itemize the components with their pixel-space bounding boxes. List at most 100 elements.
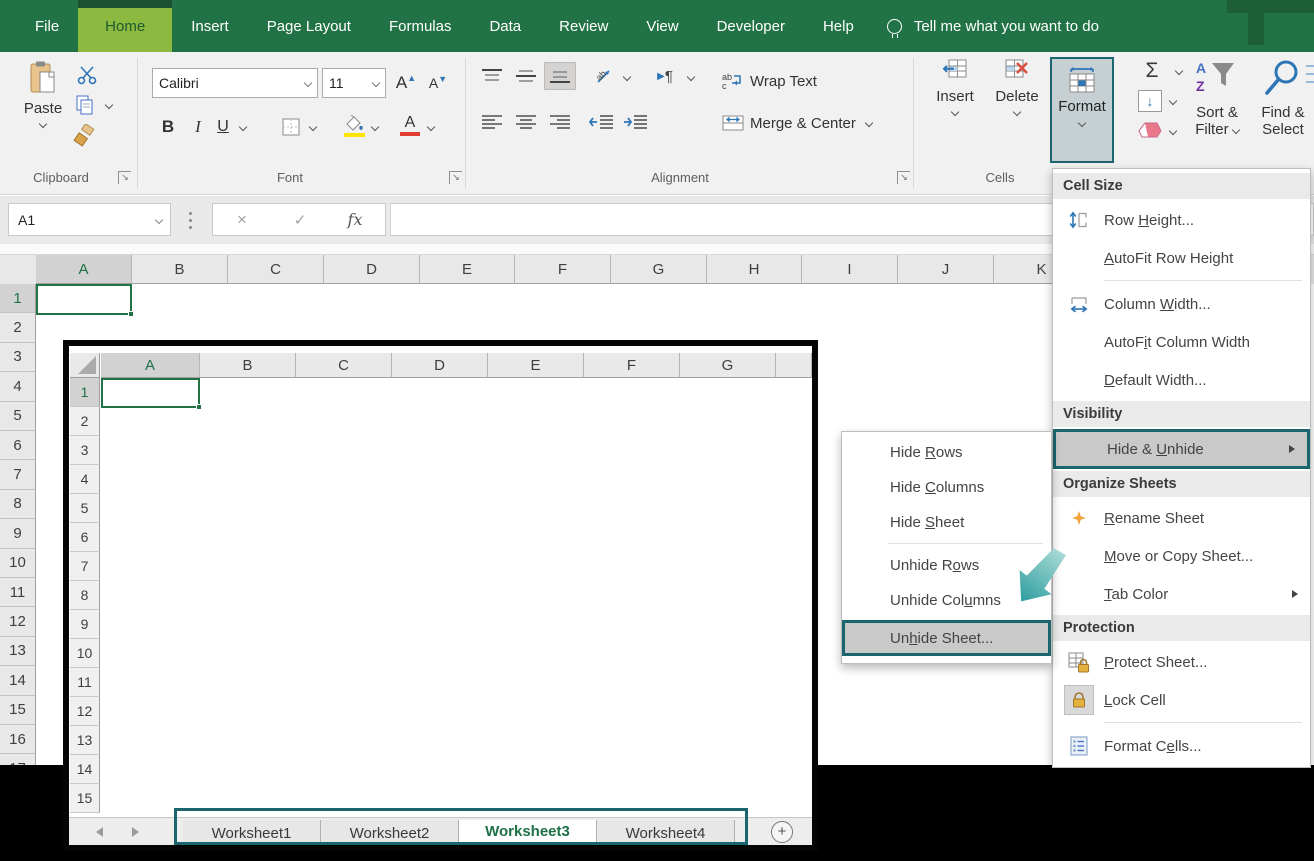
row-header-11[interactable]: 11 xyxy=(0,578,35,607)
alignment-dialog-launcher[interactable]: ↘ xyxy=(897,171,910,184)
row-header-13[interactable]: 13 xyxy=(0,637,35,666)
row-header-2[interactable]: 2 xyxy=(0,313,35,342)
menu-item-tab-color[interactable]: Tab Color xyxy=(1053,575,1310,613)
autosum-button[interactable]: Σ xyxy=(1138,58,1166,84)
find-select-button[interactable] xyxy=(1256,56,1308,102)
font-name-combobox[interactable]: Calibri xyxy=(152,68,318,98)
column-header-c[interactable]: C xyxy=(228,255,324,284)
menu-item-format-cells[interactable]: Format Cells... xyxy=(1053,727,1310,765)
row-header-3[interactable]: 3 xyxy=(0,343,35,372)
column-header-e[interactable]: E xyxy=(420,255,515,284)
paste-button[interactable]: Paste xyxy=(16,60,70,127)
cancel-icon[interactable]: × xyxy=(213,210,271,230)
column-header-h[interactable]: H xyxy=(707,255,802,284)
text-direction-button[interactable]: ▶¶ xyxy=(650,64,680,88)
decrease-font-button[interactable]: A▼ xyxy=(424,70,452,96)
fill-handle[interactable] xyxy=(128,311,134,317)
row-header-9[interactable]: 9 xyxy=(0,519,35,548)
row-header-14[interactable]: 14 xyxy=(0,666,35,695)
row-header-6[interactable]: 6 xyxy=(0,431,35,460)
clear-button[interactable] xyxy=(1134,118,1164,142)
ribbon-tab-data[interactable]: Data xyxy=(470,0,540,52)
row-header-12[interactable]: 12 xyxy=(0,607,35,636)
ribbon-tab-insert[interactable]: Insert xyxy=(172,0,248,52)
font-dialog-launcher[interactable]: ↘ xyxy=(449,171,462,184)
row-header-16[interactable]: 16 xyxy=(0,725,35,754)
fill-color-button[interactable] xyxy=(340,112,368,140)
enter-icon[interactable]: ✓ xyxy=(271,211,329,229)
borders-button[interactable] xyxy=(280,116,302,138)
clipboard-dialog-launcher[interactable]: ↘ xyxy=(118,171,131,184)
top-align-button[interactable] xyxy=(478,64,506,88)
menu-item-autofit-column-width[interactable]: AutoFit Column Width xyxy=(1053,323,1310,361)
decrease-indent-button[interactable] xyxy=(586,110,616,134)
row-header-15[interactable]: 15 xyxy=(0,696,35,725)
merge-center-button[interactable]: Merge & Center xyxy=(722,112,872,134)
align-left-button[interactable] xyxy=(478,110,506,134)
delete-cells-button[interactable]: Delete xyxy=(988,58,1046,115)
underline-button[interactable]: U xyxy=(212,114,234,140)
submenu-item-hide-columns[interactable]: Hide Columns xyxy=(842,470,1051,505)
ribbon-tab-view[interactable]: View xyxy=(627,0,697,52)
menu-item-lock-cell[interactable]: Lock Cell xyxy=(1053,681,1310,719)
submenu-item-hide-sheet[interactable]: Hide Sheet xyxy=(842,505,1051,540)
font-color-button[interactable]: A xyxy=(398,110,422,140)
menu-item-rename-sheet[interactable]: Rename Sheet xyxy=(1053,499,1310,537)
sort-filter-label[interactable]: Sort & Filter xyxy=(1184,104,1250,138)
row-header-4[interactable]: 4 xyxy=(0,372,35,401)
ribbon-tab-page-layout[interactable]: Page Layout xyxy=(248,0,370,52)
menu-item-hide-unhide[interactable]: Hide & Unhide xyxy=(1053,429,1310,469)
row-header-8[interactable]: 8 xyxy=(0,490,35,519)
formula-bar-splitter[interactable] xyxy=(189,210,192,231)
sort-filter-button[interactable]: A Z xyxy=(1188,56,1244,102)
row-header-5[interactable]: 5 xyxy=(0,402,35,431)
find-select-label[interactable]: Find & Select xyxy=(1254,104,1312,138)
cut-button[interactable] xyxy=(74,64,100,86)
format-painter-button[interactable] xyxy=(72,124,98,148)
wrap-text-button[interactable]: abc Wrap Text xyxy=(722,70,817,92)
menu-item-column-width[interactable]: Column Width... xyxy=(1053,285,1310,323)
submenu-item-hide-rows[interactable]: Hide Rows xyxy=(842,435,1051,470)
menu-item-autofit-row-height[interactable]: AutoFit Row Height xyxy=(1053,239,1310,277)
copy-button[interactable] xyxy=(72,94,98,116)
format-button[interactable]: Format xyxy=(1050,57,1114,163)
fill-button[interactable]: ↓ xyxy=(1138,90,1162,112)
align-right-button[interactable] xyxy=(546,110,574,134)
menu-item-move-or-copy-sheet[interactable]: Move or Copy Sheet... xyxy=(1053,537,1310,575)
menu-item-default-width[interactable]: Default Width... xyxy=(1053,361,1310,399)
column-header-i[interactable]: I xyxy=(802,255,898,284)
column-header-b[interactable]: B xyxy=(132,255,228,284)
tell-me-box[interactable]: Tell me what you want to do xyxy=(887,0,1099,52)
row-header-1[interactable]: 1 xyxy=(0,284,35,313)
ribbon-tab-formulas[interactable]: Formulas xyxy=(370,0,471,52)
italic-button[interactable]: I xyxy=(188,114,208,140)
column-header-j[interactable]: J xyxy=(898,255,994,284)
ribbon-tab-home[interactable]: Home xyxy=(78,0,172,52)
column-header-f[interactable]: F xyxy=(515,255,611,284)
submenu-item-unhide-sheet[interactable]: Unhide Sheet... xyxy=(842,620,1051,656)
row-header-17[interactable]: 17 xyxy=(0,754,35,765)
middle-align-button[interactable] xyxy=(512,64,540,88)
column-header-g[interactable]: G xyxy=(611,255,707,284)
ribbon-tab-review[interactable]: Review xyxy=(540,0,627,52)
name-box[interactable]: A1 xyxy=(8,203,171,236)
increase-font-button[interactable]: A▲ xyxy=(392,70,420,96)
row-header-10[interactable]: 10 xyxy=(0,549,35,578)
bottom-align-button[interactable] xyxy=(544,62,576,90)
ribbon-tab-file[interactable]: File xyxy=(16,0,78,52)
menu-item-row-height[interactable]: Row Height... xyxy=(1053,201,1310,239)
ribbon-tab-developer[interactable]: Developer xyxy=(698,0,804,52)
align-center-button[interactable] xyxy=(512,110,540,134)
submenu-item-unhide-columns[interactable]: Unhide Columns xyxy=(842,583,1051,618)
selected-cell-a1[interactable] xyxy=(36,284,132,315)
insert-cells-button[interactable]: Insert xyxy=(926,58,984,115)
menu-item-protect-sheet[interactable]: Protect Sheet... xyxy=(1053,643,1310,681)
row-header-7[interactable]: 7 xyxy=(0,460,35,489)
column-header-d[interactable]: D xyxy=(324,255,420,284)
increase-indent-button[interactable] xyxy=(620,110,650,134)
column-header-a[interactable]: A xyxy=(36,255,132,284)
bold-button[interactable]: B xyxy=(156,114,180,140)
insert-function-icon[interactable]: fx xyxy=(329,210,381,229)
ribbon-tab-help[interactable]: Help xyxy=(804,0,873,52)
submenu-item-unhide-rows[interactable]: Unhide Rows xyxy=(842,548,1051,583)
